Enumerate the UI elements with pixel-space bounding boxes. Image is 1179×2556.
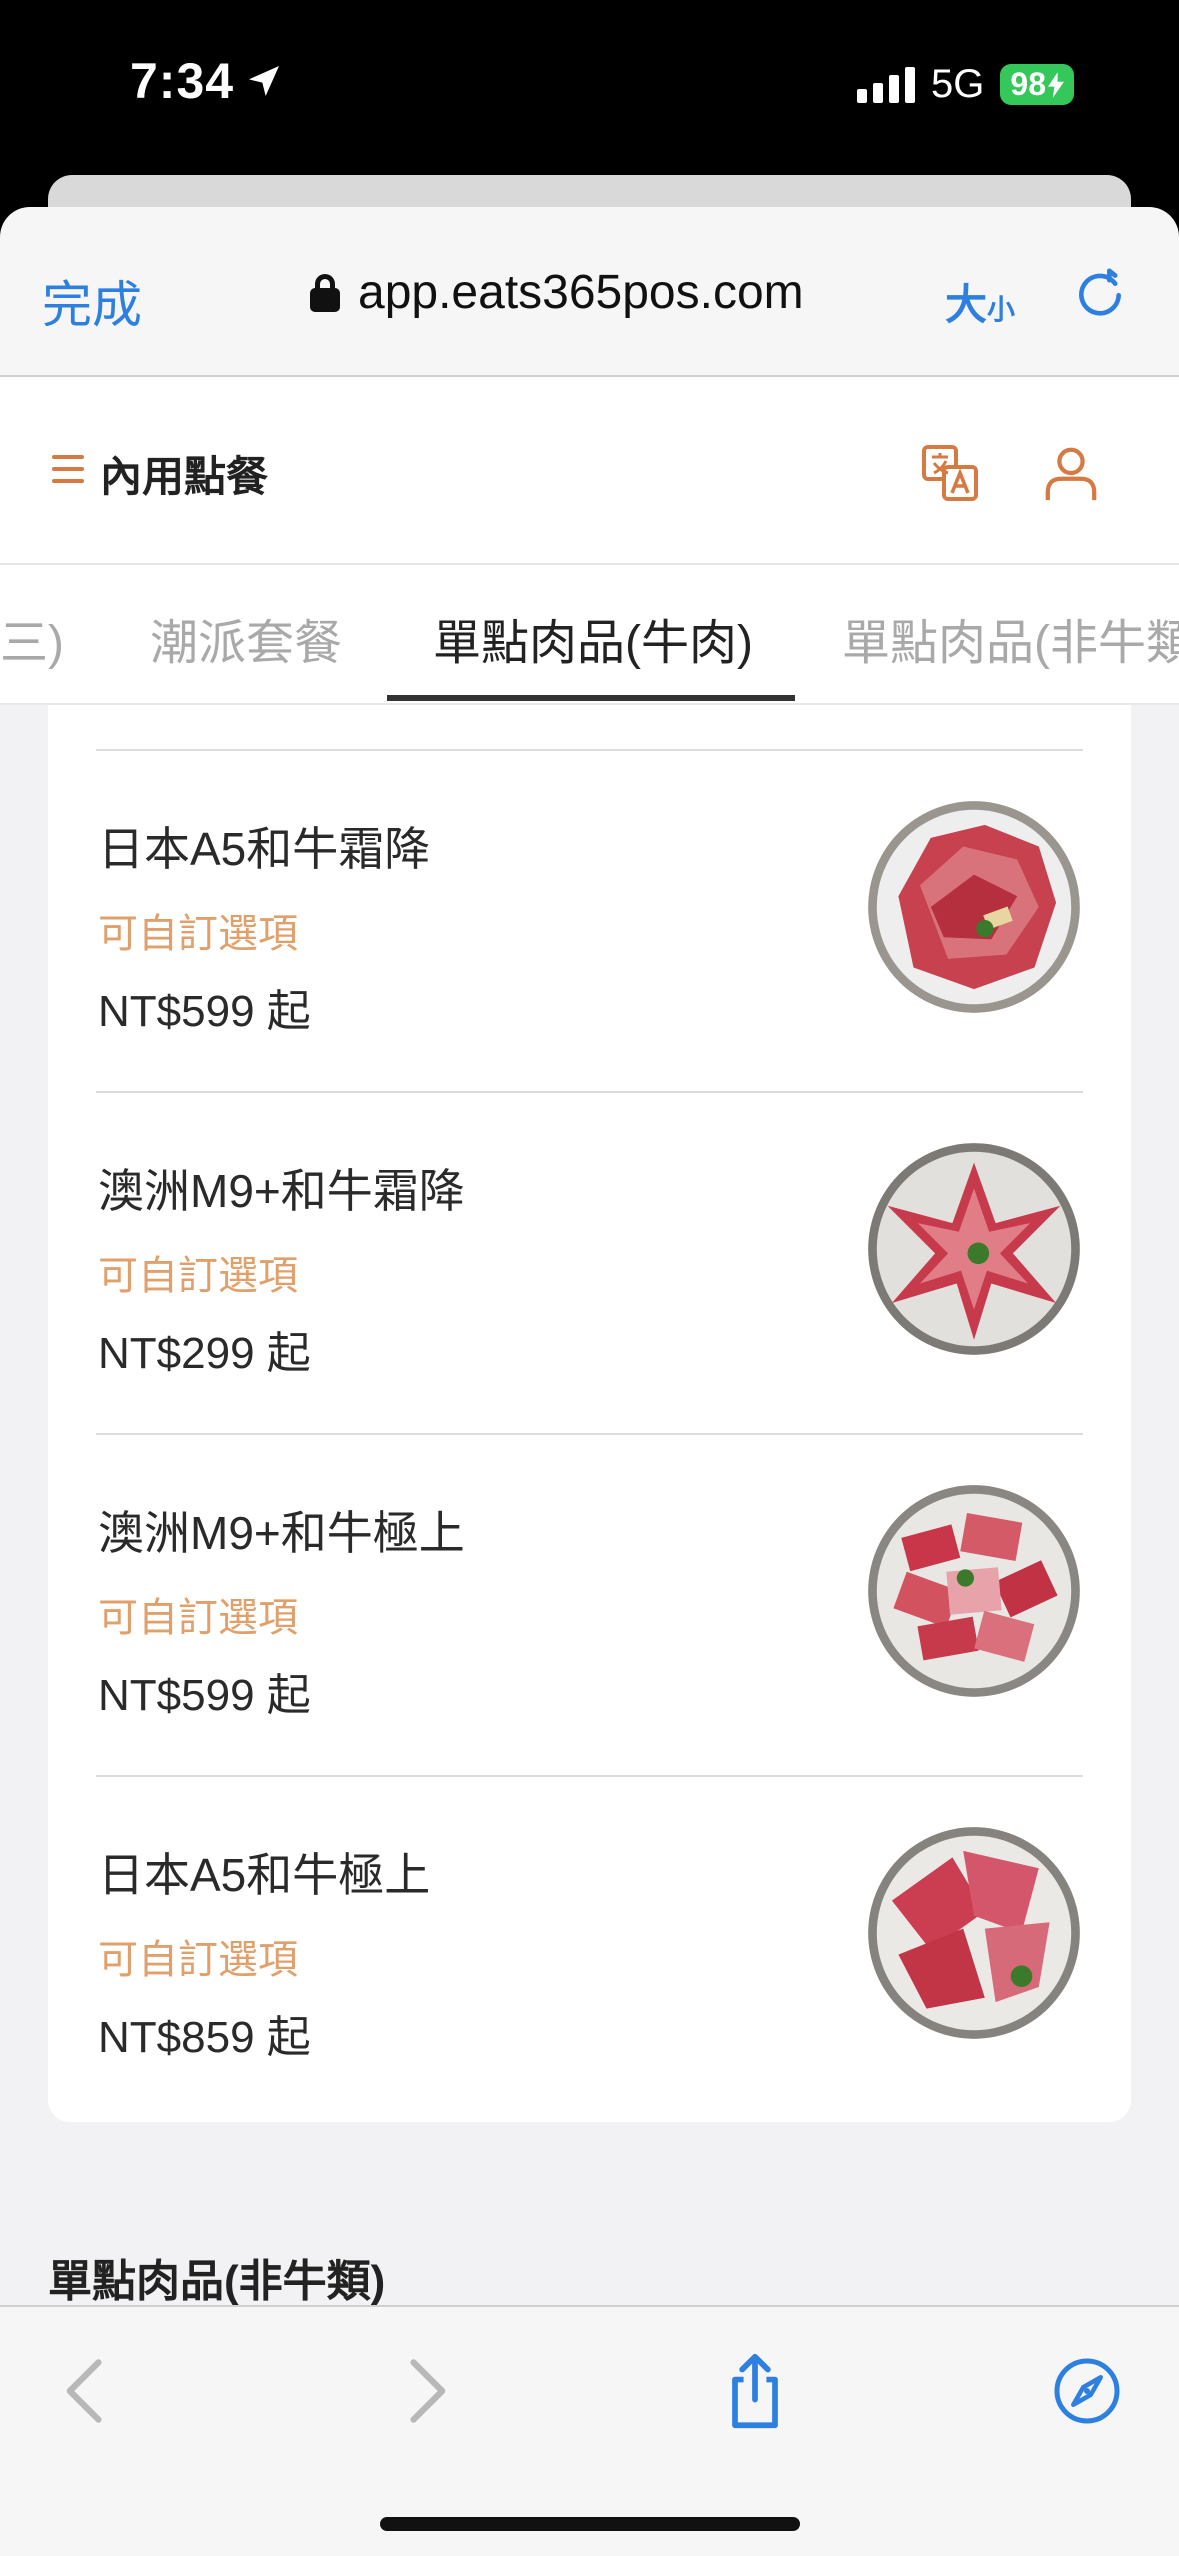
- app-header: 內用點餐: [0, 377, 1179, 565]
- lock-icon: [310, 273, 340, 312]
- menu-item[interactable]: 日本A5和牛極上 可自訂選項 NT$859 起: [48, 1777, 1131, 2119]
- charging-bolt-icon: [1048, 71, 1064, 98]
- tab-partial-left[interactable]: 三): [0, 603, 64, 673]
- item-photo: [868, 1485, 1080, 1697]
- section-heading: 單點肉品(非牛類): [48, 2257, 386, 2305]
- item-price: NT$599 起: [98, 1671, 311, 1720]
- user-account-icon[interactable]: [1042, 443, 1100, 503]
- text-size-button[interactable]: 大小: [945, 271, 1015, 332]
- status-indicators: 5G 98: [857, 62, 1074, 107]
- share-icon[interactable]: [720, 2351, 790, 2431]
- item-customizable: 可自訂選項: [98, 1254, 298, 1298]
- item-price: NT$859 起: [98, 2013, 311, 2062]
- home-indicator[interactable]: [380, 2517, 800, 2531]
- menu-content: 日本A5和牛霜降 可自訂選項 NT$599 起 澳洲M9+和牛霜降 可自訂選項 …: [0, 705, 1179, 2305]
- reload-icon[interactable]: [1072, 265, 1128, 321]
- item-customizable: 可自訂選項: [98, 1938, 298, 1982]
- item-name: 日本A5和牛極上: [98, 1849, 431, 1901]
- item-customizable: 可自訂選項: [98, 1596, 298, 1640]
- active-tab-indicator: [387, 695, 795, 701]
- location-arrow-icon: [249, 66, 280, 96]
- address-bar[interactable]: app.eats365pos.com: [310, 265, 804, 320]
- menu-item[interactable]: 澳洲M9+和牛霜降 可自訂選項 NT$299 起: [48, 1093, 1131, 1435]
- clock: 7:34: [130, 53, 235, 109]
- item-name: 澳洲M9+和牛極上: [98, 1507, 465, 1559]
- network-type: 5G: [931, 62, 985, 106]
- text-size-small: 小: [987, 294, 1016, 325]
- battery-level: 98: [1010, 66, 1046, 102]
- category-tabs: 三) 潮派套餐 單點肉品(牛肉) 單點肉品(非牛類: [0, 565, 1179, 705]
- menu-item[interactable]: 日本A5和牛霜降 可自訂選項 NT$599 起: [48, 751, 1131, 1093]
- page-title: 內用點餐: [100, 453, 269, 500]
- item-photo: [868, 1827, 1080, 2039]
- item-price: NT$299 起: [98, 1329, 311, 1378]
- tab-trendy-sets[interactable]: 潮派套餐: [150, 603, 342, 673]
- text-size-big: 大: [945, 281, 988, 328]
- item-photo: [868, 1143, 1080, 1355]
- back-arrow-icon[interactable]: [52, 2351, 122, 2431]
- translate-icon[interactable]: [920, 443, 980, 503]
- battery-indicator: 98: [1000, 64, 1074, 105]
- forward-arrow-icon[interactable]: [390, 2351, 460, 2431]
- status-time: 7:34: [130, 52, 284, 110]
- menu-item-card: 日本A5和牛霜降 可自訂選項 NT$599 起 澳洲M9+和牛霜降 可自訂選項 …: [48, 705, 1131, 2122]
- item-customizable: 可自訂選項: [98, 912, 298, 956]
- cellular-signal-icon: [857, 66, 916, 103]
- item-name: 澳洲M9+和牛霜降: [98, 1165, 465, 1217]
- status-bar: 7:34 5G 98: [0, 0, 1179, 175]
- done-button[interactable]: 完成: [42, 265, 142, 337]
- tab-non-beef-a-la-carte[interactable]: 單點肉品(非牛類: [842, 603, 1179, 673]
- item-photo: [868, 801, 1080, 1013]
- item-name: 日本A5和牛霜降: [98, 823, 431, 875]
- menu-item[interactable]: 澳洲M9+和牛極上 可自訂選項 NT$599 起: [48, 1435, 1131, 1777]
- browser-top-bar: 完成 app.eats365pos.com 大小: [0, 207, 1179, 377]
- safari-compass-icon[interactable]: [1052, 2351, 1122, 2431]
- url-text: app.eats365pos.com: [358, 266, 804, 319]
- tab-beef-a-la-carte[interactable]: 單點肉品(牛肉): [433, 603, 753, 673]
- hamburger-menu-icon[interactable]: [52, 455, 84, 485]
- item-price: NT$599 起: [98, 987, 311, 1036]
